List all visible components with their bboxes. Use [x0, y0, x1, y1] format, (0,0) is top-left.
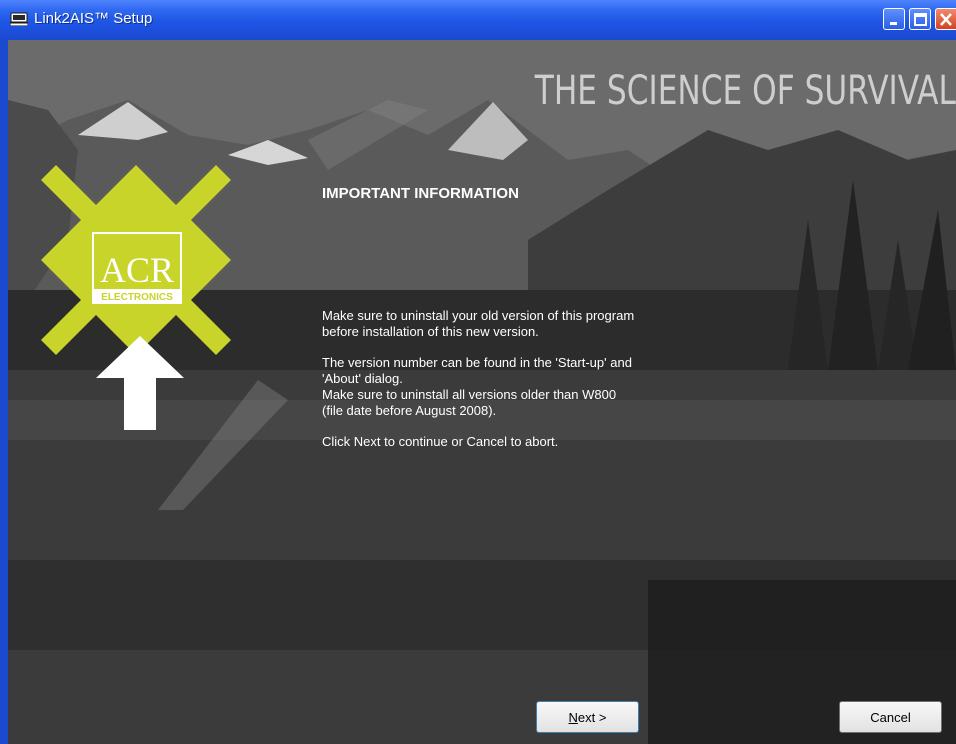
- wizard-background: THE SCIENCE OF SURVIVAL ACR ELECTRONICS …: [8, 40, 956, 744]
- up-arrow-icon: [96, 336, 184, 430]
- setup-window: Link2AIS™ Setup THE SCIENCE OF SURVIVAL …: [0, 0, 956, 744]
- next-button[interactable]: Next >: [536, 701, 639, 733]
- logo-subtext: ELECTRONICS: [101, 292, 173, 303]
- paragraph-line: Click Next to continue or Cancel to abor…: [322, 434, 559, 449]
- paragraph-line: Make sure to uninstall all versions olde…: [322, 387, 617, 402]
- acr-electronics-logo: ACR ELECTRONICS: [41, 165, 231, 355]
- cancel-button[interactable]: Cancel: [839, 701, 942, 733]
- window-border: [0, 40, 8, 744]
- logo-text: ACR: [100, 250, 174, 290]
- close-button[interactable]: [935, 8, 956, 30]
- next-mnemonic: N: [568, 709, 578, 725]
- information-text: Make sure to uninstall your old version …: [322, 308, 722, 450]
- paragraph-line: Make sure to uninstall your old version …: [322, 308, 635, 323]
- tagline: THE SCIENCE OF SURVIVAL: [534, 68, 956, 114]
- title-bar[interactable]: Link2AIS™ Setup: [0, 0, 956, 41]
- minimize-icon: [890, 22, 897, 25]
- computer-icon: [10, 12, 28, 26]
- paragraph-line: before installation of this new version.: [322, 324, 539, 339]
- window-title: Link2AIS™ Setup: [34, 10, 153, 27]
- page-heading: IMPORTANT INFORMATION: [322, 185, 519, 202]
- minimize-button[interactable]: [883, 8, 905, 30]
- paragraph-line: 'About' dialog.: [322, 371, 403, 386]
- paragraph-line: The version number can be found in the '…: [322, 355, 632, 370]
- maximize-button[interactable]: [909, 8, 931, 30]
- close-icon: [940, 13, 952, 26]
- maximize-icon: [914, 13, 927, 26]
- paragraph-line: (file date before August 2008).: [322, 403, 497, 418]
- next-label: ext >: [577, 709, 607, 725]
